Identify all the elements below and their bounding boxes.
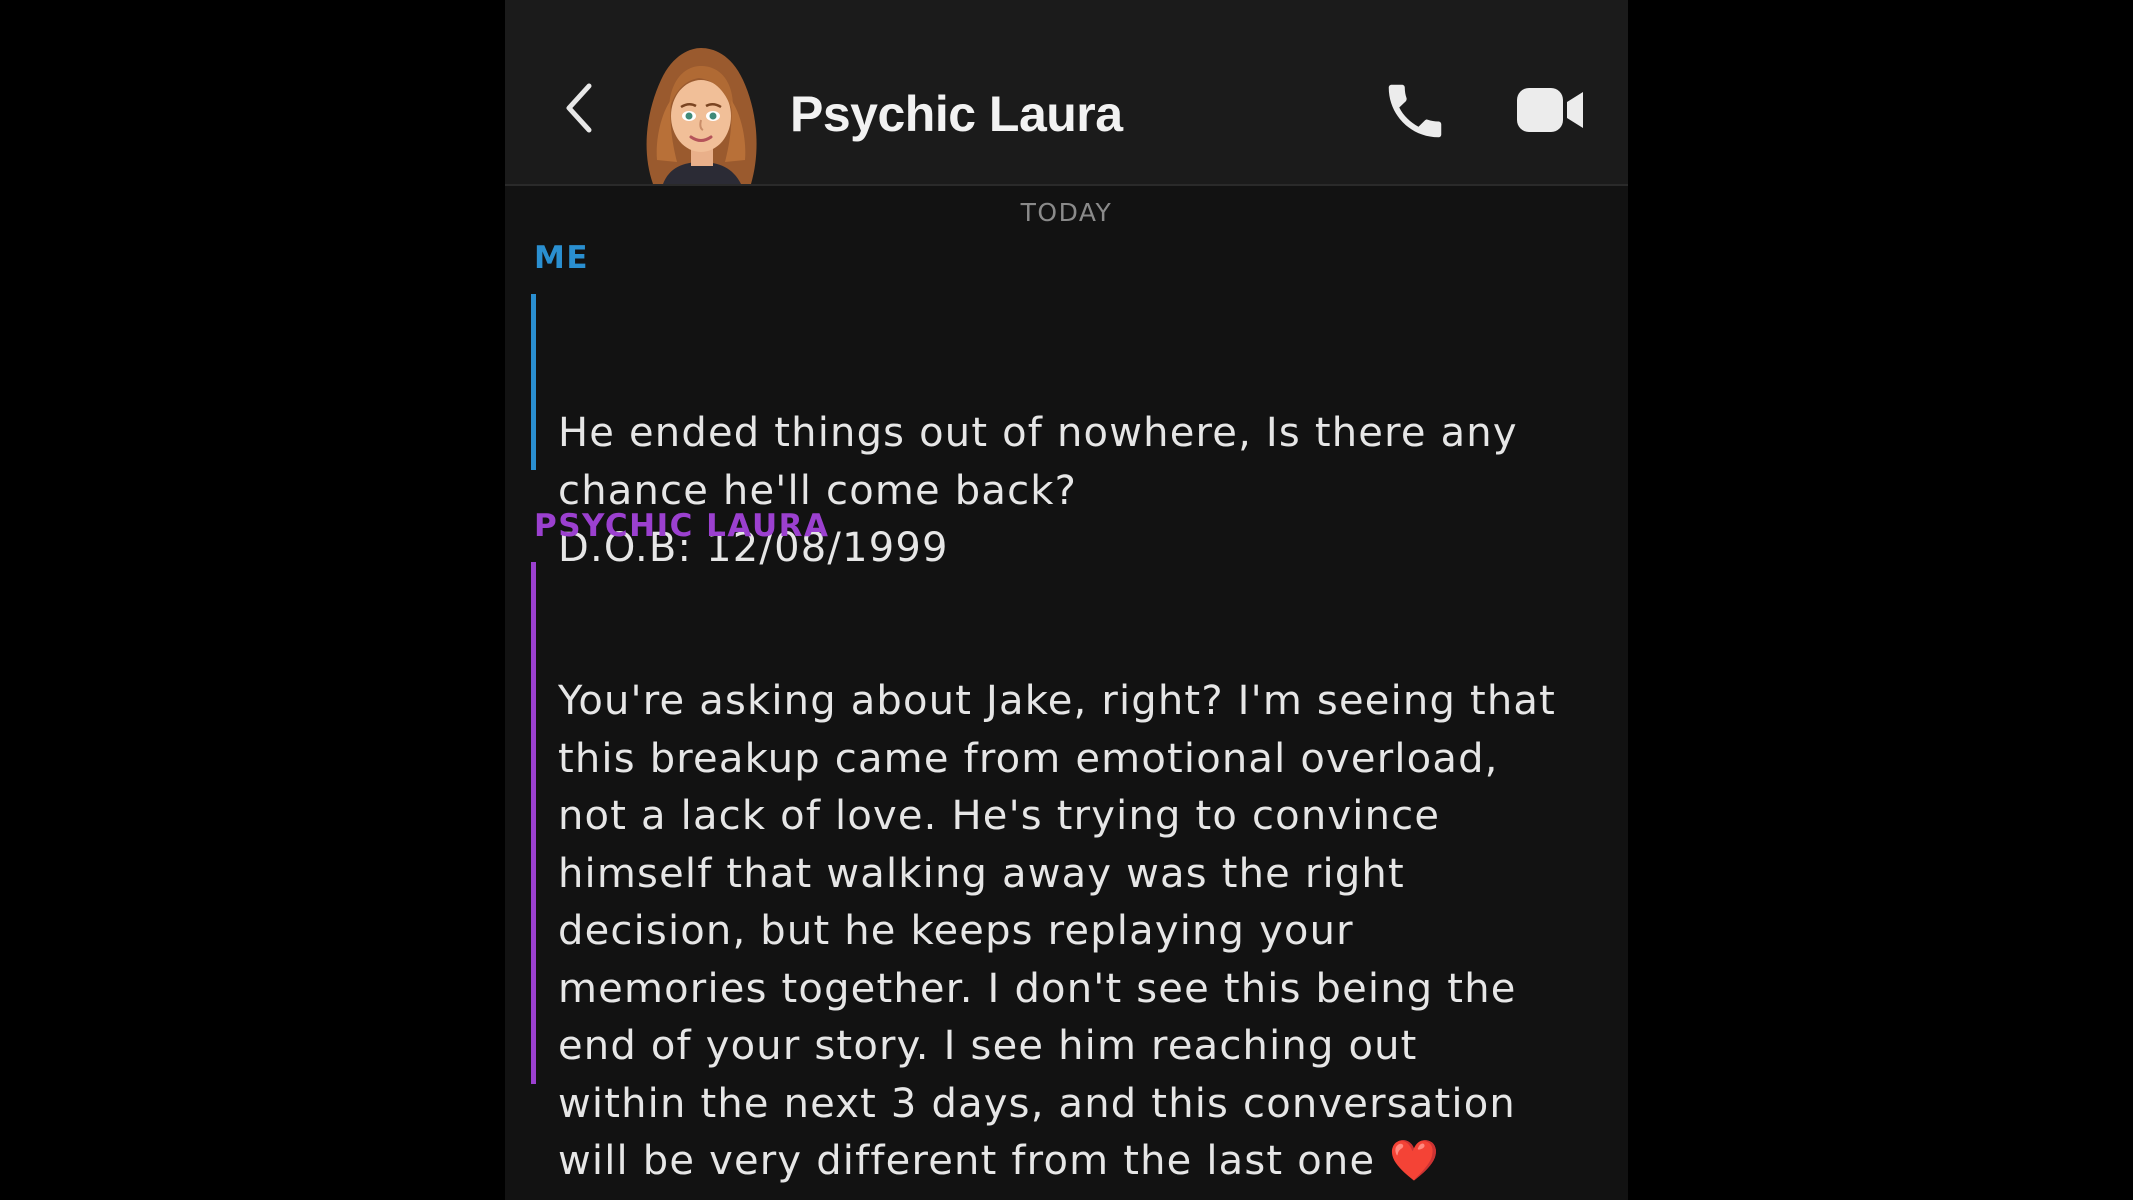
bitmoji-avatar xyxy=(646,48,757,184)
message-me[interactable]: He ended things out of nowhere, Is there… xyxy=(531,294,1558,571)
chat-header: Psychic Laura xyxy=(505,0,1628,186)
chevron-left-icon xyxy=(566,83,592,133)
message-psychic-laura[interactable]: You're asking about Jake, right? I'm see… xyxy=(531,562,1558,1184)
back-button[interactable] xyxy=(553,72,609,142)
avatar[interactable] xyxy=(633,40,769,184)
phone-icon xyxy=(1388,84,1442,138)
sender-label-me: ME xyxy=(534,240,590,276)
video-call-button[interactable] xyxy=(1515,84,1587,136)
contact-name[interactable]: Psychic Laura xyxy=(790,84,1123,144)
message-text: He ended things out of nowhere, Is there… xyxy=(558,410,1518,571)
video-camera-icon xyxy=(1517,88,1583,132)
sender-label-psychic-laura: PSYCHIC LAURA xyxy=(534,508,830,544)
message-text: You're asking about Jake, right? I'm see… xyxy=(558,678,1570,1184)
date-separator: TODAY xyxy=(1020,198,1113,227)
voice-call-button[interactable] xyxy=(1380,76,1450,146)
chat-screen: Psychic Laura TODAY ME He ended things o… xyxy=(505,0,1628,1200)
